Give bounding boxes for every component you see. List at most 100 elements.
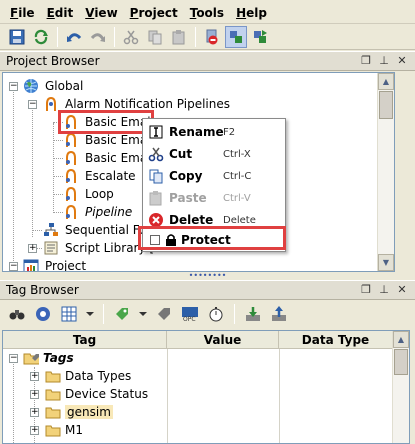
restore-icon[interactable]: ❐ <box>359 54 373 68</box>
tag-row-device-status[interactable]: Device Status <box>3 385 393 403</box>
restore-icon[interactable]: ❐ <box>359 283 373 297</box>
opc-browse-icon <box>36 307 50 321</box>
folder-icon <box>45 422 61 438</box>
pipeline-icon <box>63 168 79 184</box>
binoculars-icon <box>9 310 25 320</box>
export-button[interactable] <box>268 303 290 325</box>
opc-button[interactable]: OPC <box>179 303 201 325</box>
folder-icon <box>45 368 61 384</box>
collapse-toggle[interactable]: − <box>9 82 18 91</box>
tag-table[interactable]: Tag Value Data Type − Tags + Data Types … <box>2 330 410 444</box>
tree-node-pipeline[interactable]: Basic Ema <box>63 149 149 167</box>
timer-button[interactable] <box>205 303 227 325</box>
scroll-up-button[interactable]: ▲ <box>393 331 409 348</box>
menu-tools[interactable]: Tools <box>184 1 230 23</box>
close-icon[interactable]: ✕ <box>395 283 409 297</box>
scroll-up-button[interactable]: ▲ <box>378 73 394 90</box>
tag-row-tags[interactable]: Tags <box>3 349 393 367</box>
paste-icon <box>145 187 167 209</box>
svg-text:OPC: OPC <box>183 316 196 322</box>
tree-connector <box>32 230 42 231</box>
tree-node-pipeline-italic[interactable]: Pipeline <box>63 203 134 221</box>
pipeline-icon <box>63 150 79 166</box>
collapse-toggle[interactable]: − <box>9 262 18 271</box>
copy-button[interactable] <box>144 26 166 48</box>
tree-node-project[interactable]: Project <box>23 257 88 271</box>
tag-browser-header: Tag Browser ❐ ⊥ ✕ <box>0 280 415 300</box>
dropdown-arrow[interactable] <box>137 303 149 325</box>
menu-item-cut[interactable]: Cut Ctrl-X <box>143 143 285 165</box>
panel-title: Tag Browser <box>6 283 79 297</box>
folder-icon <box>45 386 61 402</box>
expand-toggle[interactable]: + <box>28 244 37 253</box>
tag-row-gensim[interactable]: gensim <box>3 403 393 421</box>
tree-scrollbar[interactable]: ▲ ▼ <box>377 73 394 271</box>
tree-connector <box>13 87 14 267</box>
save-button[interactable] <box>6 26 28 48</box>
folder-icon <box>45 404 61 420</box>
tag-toolbar: OPC <box>0 300 415 328</box>
scroll-thumb[interactable] <box>394 349 408 375</box>
tag-row-m1[interactable]: M1 <box>3 421 393 439</box>
column-header-value[interactable]: Value <box>167 331 279 349</box>
column-header-tag[interactable]: Tag <box>3 331 167 349</box>
folder-tag-icon <box>23 350 39 366</box>
menu-view[interactable]: View <box>79 1 123 23</box>
tag-button[interactable] <box>153 303 175 325</box>
tree-connector <box>53 140 63 141</box>
refresh-button[interactable] <box>30 26 52 48</box>
pin-icon[interactable]: ⊥ <box>377 54 391 68</box>
scroll-down-button[interactable]: ▼ <box>378 254 394 271</box>
grid-icon <box>61 306 77 322</box>
import-icon <box>246 307 260 321</box>
tree-node-escalate[interactable]: Escalate <box>63 167 138 185</box>
chevron-down-icon <box>139 312 147 316</box>
pin-icon[interactable]: ⊥ <box>377 283 391 297</box>
main-toolbar <box>0 24 415 50</box>
project-icon <box>23 258 39 271</box>
stop-comm-icon <box>206 29 218 44</box>
undo-button[interactable] <box>63 26 85 48</box>
copy-icon <box>145 165 167 187</box>
export-icon <box>272 306 286 321</box>
scroll-thumb[interactable] <box>379 91 393 119</box>
pipeline-icon <box>63 204 79 220</box>
menu-item-paste: Paste Ctrl-V <box>143 187 285 209</box>
tree-connector <box>53 194 63 195</box>
menu-bar: File Edit View Project Tools Help <box>0 0 415 24</box>
tree-node-global[interactable]: Global <box>23 77 85 95</box>
dropdown-arrow[interactable] <box>84 303 96 325</box>
collapse-toggle[interactable]: − <box>28 100 37 109</box>
grid-button[interactable] <box>58 303 80 325</box>
paste-button[interactable] <box>168 26 190 48</box>
tag-row-data-types[interactable]: Data Types <box>3 367 393 385</box>
new-tag-button[interactable] <box>111 303 133 325</box>
toolbar-separator <box>57 26 58 47</box>
column-header-data-type[interactable]: Data Type <box>279 331 393 349</box>
redo-button[interactable] <box>87 26 109 48</box>
menu-edit[interactable]: Edit <box>41 1 80 23</box>
menu-item-copy[interactable]: Copy Ctrl-C <box>143 165 285 187</box>
opc-icon: OPC <box>182 307 198 322</box>
menu-help[interactable]: Help <box>230 1 273 23</box>
menu-item-rename[interactable]: Rename F2 <box>143 121 285 143</box>
read-write-button[interactable] <box>249 26 271 48</box>
tree-node-sequential-functions[interactable]: Sequential Fu <box>43 221 149 239</box>
stop-button[interactable] <box>201 26 223 48</box>
pipeline-icon <box>63 186 79 202</box>
cut-button[interactable] <box>120 26 142 48</box>
toolbar-separator <box>195 26 196 47</box>
toolbar-separator <box>103 304 104 324</box>
scissors-icon <box>145 143 167 165</box>
read-only-button[interactable] <box>225 25 247 48</box>
tree-node-loop[interactable]: Loop <box>63 185 116 203</box>
refresh-icon <box>34 29 48 44</box>
opc-browse-button[interactable] <box>32 303 54 325</box>
panel-splitter[interactable]: •••••••• <box>0 272 415 280</box>
menu-file[interactable]: File <box>4 1 41 23</box>
menu-project[interactable]: Project <box>124 1 184 23</box>
binoculars-button[interactable] <box>6 303 28 325</box>
close-icon[interactable]: ✕ <box>395 54 409 68</box>
import-button[interactable] <box>242 303 264 325</box>
tag-scrollbar[interactable]: ▲ <box>392 331 409 443</box>
